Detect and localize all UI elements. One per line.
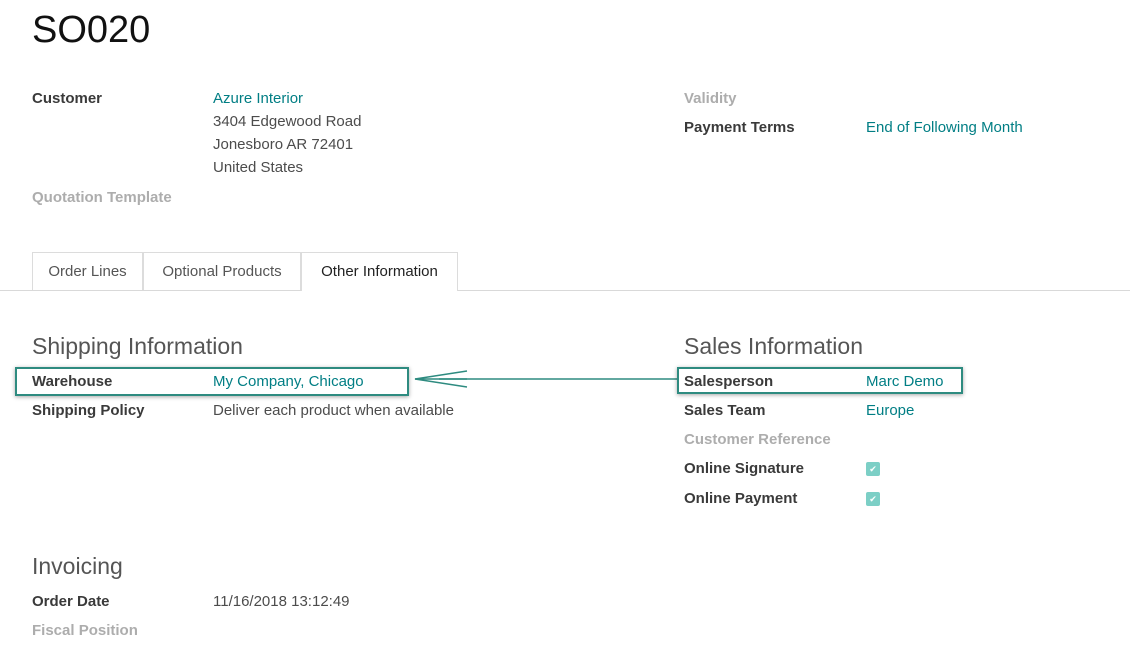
customer-address-line-2: Jonesboro AR 72401 (213, 136, 354, 153)
shipping-section-title: Shipping Information (32, 333, 243, 359)
customer-link[interactable]: Azure Interior (213, 89, 303, 109)
online-payment-checkbox[interactable]: ✔ (866, 492, 880, 506)
tab-order-lines[interactable]: Order Lines (32, 252, 143, 290)
salesperson-label: Salesperson (684, 373, 774, 390)
salesperson-value[interactable]: Marc Demo (866, 372, 944, 392)
sales-team-value[interactable]: Europe (866, 401, 914, 421)
quotation-template-label: Quotation Template (32, 189, 172, 206)
sales-team-label: Sales Team (684, 402, 766, 419)
shipping-policy-value[interactable]: Deliver each product when available (213, 401, 454, 421)
customer-label: Customer (32, 90, 103, 107)
payment-terms-value[interactable]: End of Following Month (866, 118, 1023, 138)
validity-label: Validity (684, 90, 737, 107)
tab-optional-products[interactable]: Optional Products (143, 252, 301, 290)
warehouse-label: Warehouse (32, 373, 113, 390)
customer-address-line-1: 3404 Edgewood Road (213, 113, 362, 130)
warehouse-value[interactable]: My Company, Chicago (213, 372, 364, 392)
invoicing-section-title: Invoicing (32, 553, 123, 579)
annotation-arrow (414, 370, 677, 388)
shipping-policy-label: Shipping Policy (32, 402, 145, 419)
order-date-label: Order Date (32, 593, 110, 610)
online-signature-checkbox[interactable]: ✔ (866, 462, 880, 476)
order-date-value[interactable]: 11/16/2018 13:12:49 (213, 592, 350, 612)
payment-terms-label: Payment Terms (684, 119, 795, 136)
fiscal-position-label: Fiscal Position (32, 622, 138, 639)
sales-section-title: Sales Information (684, 333, 863, 359)
customer-address-line-3: United States (213, 159, 304, 176)
tab-other-information[interactable]: Other Information (301, 252, 458, 291)
online-signature-label: Online Signature (684, 460, 805, 477)
record-title: SO020 (32, 9, 151, 51)
customer-reference-label: Customer Reference (684, 431, 831, 448)
online-payment-label: Online Payment (684, 490, 798, 507)
